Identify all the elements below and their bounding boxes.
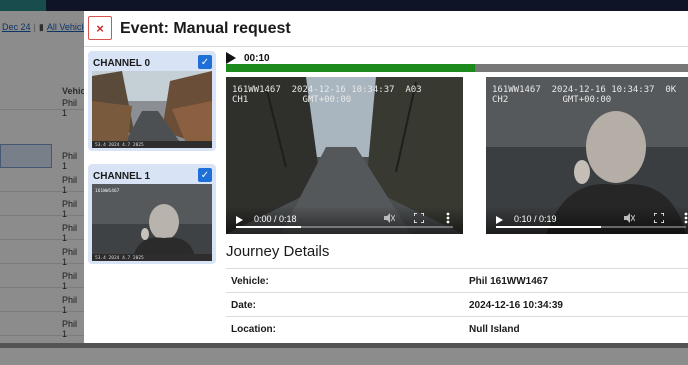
player-header: 00:10 bbox=[226, 51, 270, 65]
video-2-time: 0:10 / 0:19 bbox=[514, 214, 557, 224]
video-1-seek-fill bbox=[236, 226, 302, 228]
channel-0-thumbnail[interactable]: 53.4 2024 4.7 2025 bbox=[92, 71, 212, 148]
channel-1-label: CHANNEL 1 bbox=[93, 171, 151, 182]
player-progress-bar[interactable] bbox=[226, 64, 688, 72]
journey-value: 2024-12-16 10:34:39 bbox=[469, 300, 563, 311]
player-time: 00:10 bbox=[244, 52, 270, 64]
video-2-more-icon[interactable] bbox=[684, 212, 688, 224]
video-1-more-icon[interactable] bbox=[446, 212, 450, 224]
title-divider bbox=[84, 46, 688, 47]
video-2-mute-icon[interactable] bbox=[624, 213, 635, 223]
journey-row-vehicle: Vehicle: Phil 161WW1467 bbox=[226, 268, 688, 292]
journey-row-location: Location: Null Island bbox=[226, 316, 688, 340]
road-scene-image: 53.4 2024 4.7 2025 bbox=[92, 71, 212, 148]
video-2-controls: 0:10 / 0:19 bbox=[486, 206, 688, 234]
journey-key: Vehicle: bbox=[231, 276, 269, 287]
video-1-osd: 161WW1467 2024-12-16 10:34:37 A03 CH1 GM… bbox=[232, 85, 422, 105]
journey-details-table: Vehicle: Phil 161WW1467 Date: 2024-12-16… bbox=[226, 268, 688, 340]
video-2-seek-fill bbox=[496, 226, 601, 228]
channel-0-card[interactable]: CHANNEL 0 ✓ 53.4 2024 4.7 2025 bbox=[88, 51, 216, 151]
close-button[interactable]: × bbox=[88, 16, 112, 40]
journey-key: Location: bbox=[231, 324, 276, 335]
video-channel-2[interactable]: 161WW1467 2024-12-16 10:34:37 0K CH2 GMT… bbox=[486, 77, 688, 234]
video-1-fullscreen-icon[interactable] bbox=[414, 213, 424, 223]
channel-1-card[interactable]: CHANNEL 1 ✓ 161WW1467 53.4 2024 4.7 2025 bbox=[88, 164, 216, 264]
video-1-time: 0:00 / 0:18 bbox=[254, 214, 297, 224]
channel-1-osd-top: 161WW1467 bbox=[95, 188, 120, 194]
video-1-mute-icon[interactable] bbox=[384, 213, 395, 223]
video-1-play-icon[interactable] bbox=[236, 216, 243, 224]
cabin-scene-image: 161WW1467 53.4 2024 4.7 2025 bbox=[92, 184, 212, 261]
channel-1-checkbox[interactable]: ✓ bbox=[198, 168, 212, 182]
video-2-osd: 161WW1467 2024-12-16 10:34:37 0K CH2 GMT… bbox=[492, 85, 677, 105]
video-1-seek-bar[interactable] bbox=[236, 226, 453, 228]
channel-1-thumbnail[interactable]: 161WW1467 53.4 2024 4.7 2025 bbox=[92, 184, 212, 261]
journey-value: Phil 161WW1467 bbox=[469, 276, 548, 287]
video-2-fullscreen-icon[interactable] bbox=[654, 213, 664, 223]
journey-value: Null Island bbox=[469, 324, 520, 335]
video-channel-1[interactable]: 161WW1467 2024-12-16 10:34:37 A03 CH1 GM… bbox=[226, 77, 463, 234]
event-modal: × Event: Manual request CHANNEL 0 ✓ 53.4… bbox=[84, 11, 688, 343]
journey-row-date: Date: 2024-12-16 10:34:39 bbox=[226, 292, 688, 316]
video-2-seek-bar[interactable] bbox=[496, 226, 686, 228]
channel-0-label: CHANNEL 0 bbox=[93, 58, 151, 69]
channel-1-osd-line: 161WW1467 bbox=[95, 188, 120, 194]
video-1-controls: 0:00 / 0:18 bbox=[226, 206, 463, 234]
channel-1-osd-footer: 53.4 2024 4.7 2025 bbox=[95, 255, 144, 261]
channel-0-checkbox[interactable]: ✓ bbox=[198, 55, 212, 69]
video-2-play-icon[interactable] bbox=[496, 216, 503, 224]
journey-details-heading: Journey Details bbox=[226, 243, 330, 260]
modal-title: Event: Manual request bbox=[120, 20, 291, 37]
channel-0-osd-footer: 53.4 2024 4.7 2025 bbox=[95, 142, 144, 148]
play-icon[interactable] bbox=[226, 52, 236, 64]
journey-key: Date: bbox=[231, 300, 257, 311]
player-progress-fill bbox=[226, 64, 476, 72]
